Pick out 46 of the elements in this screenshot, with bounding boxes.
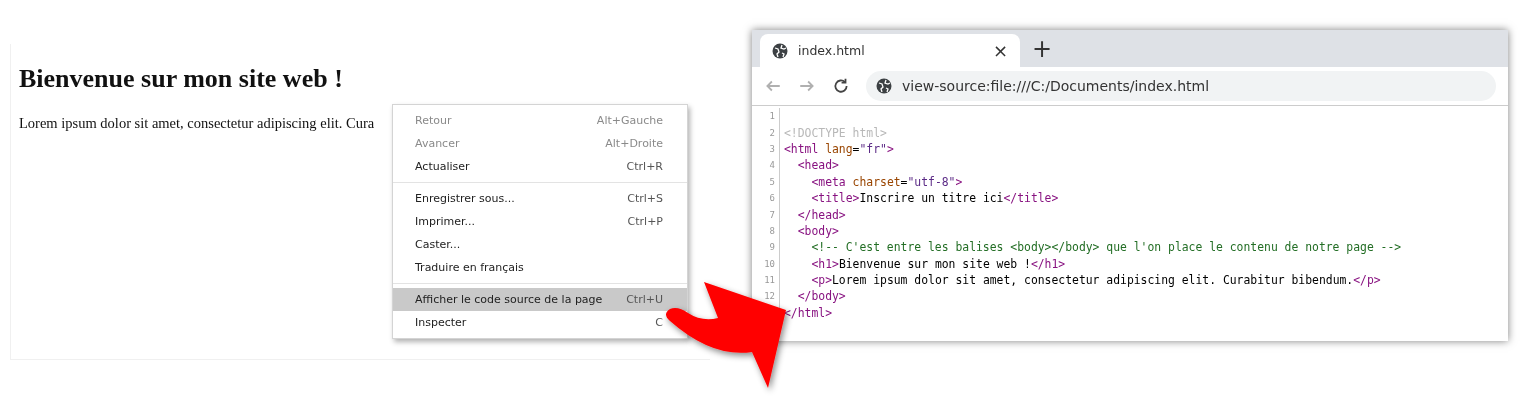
code-line: </html> xyxy=(783,305,832,320)
code-line: <html lang="fr"> xyxy=(783,141,894,156)
shortcut-label: Ctrl+U xyxy=(626,293,663,306)
line-number: 5 xyxy=(752,173,780,190)
shortcut-label: Ctrl+P xyxy=(627,215,663,228)
code-line: </head> xyxy=(796,207,846,222)
menu-item[interactable]: Traduire en français xyxy=(393,256,687,279)
line-number: 10 xyxy=(752,255,780,272)
new-tab-button[interactable]: + xyxy=(1032,36,1053,61)
code-line: <title>Inscrire un titre ici</title> xyxy=(810,191,1059,206)
line-number: 7 xyxy=(752,206,780,223)
line-number: 9 xyxy=(752,239,780,256)
shortcut-label: C xyxy=(655,316,663,329)
menu-item[interactable]: Enregistrer sous... Ctrl+S xyxy=(393,187,687,210)
code-line: <meta charset="utf-8"> xyxy=(810,174,963,189)
globe-icon xyxy=(876,78,892,94)
code-line: <!DOCTYPE html> xyxy=(783,125,887,140)
code-line: <head> xyxy=(796,158,839,173)
browser-tab[interactable]: index.html × xyxy=(760,34,1020,67)
menu-item[interactable]: Actualiser Ctrl+R xyxy=(393,155,687,178)
code-line: </body> xyxy=(796,289,846,304)
line-number: 1 xyxy=(752,108,780,125)
line-number: 3 xyxy=(752,140,780,158)
line-number: 2 xyxy=(752,124,780,141)
shortcut-label: Ctrl+S xyxy=(627,192,663,205)
close-button[interactable]: × xyxy=(992,40,1008,61)
page-paragraph: Lorem ipsum dolor sit amet, consectetur adipiscing elit. Cura xyxy=(19,115,375,132)
line-number: 8 xyxy=(752,222,780,240)
menu-item[interactable]: Afficher le code source de la page Ctrl+U xyxy=(393,288,687,311)
line-number: 6 xyxy=(752,189,780,207)
code-line: <!-- C'est entre les balises <body></body> que l'on place le contenu de notre page --> xyxy=(810,240,1402,255)
address-bar[interactable]: view-source:file:///C:/Documents/index.html xyxy=(866,71,1496,101)
globe-icon xyxy=(772,42,788,59)
line-number: 4 xyxy=(752,157,780,174)
reload-icon[interactable] xyxy=(832,77,850,95)
code-line: <h1>Bienvenue sur mon site web !</h1> xyxy=(810,256,1066,271)
tab-title: index.html xyxy=(798,43,866,58)
shortcut-label: Alt+Droite xyxy=(605,137,663,150)
menu-item[interactable]: Caster... xyxy=(393,233,687,256)
shortcut-label: Alt+Gauche xyxy=(596,114,663,127)
line-number: 11 xyxy=(752,271,780,289)
page-heading: Bienvenue sur mon site web ! xyxy=(19,64,344,94)
code-line: <p>Lorem ipsum dolor sit amet, consectetur adipiscing elit. Curabitur bibendum.</p> xyxy=(810,273,1381,288)
shortcut-label: Ctrl+R xyxy=(626,160,663,173)
menu-item[interactable]: Imprimer... Ctrl+P xyxy=(393,210,687,233)
code-line: <body> xyxy=(796,223,839,238)
